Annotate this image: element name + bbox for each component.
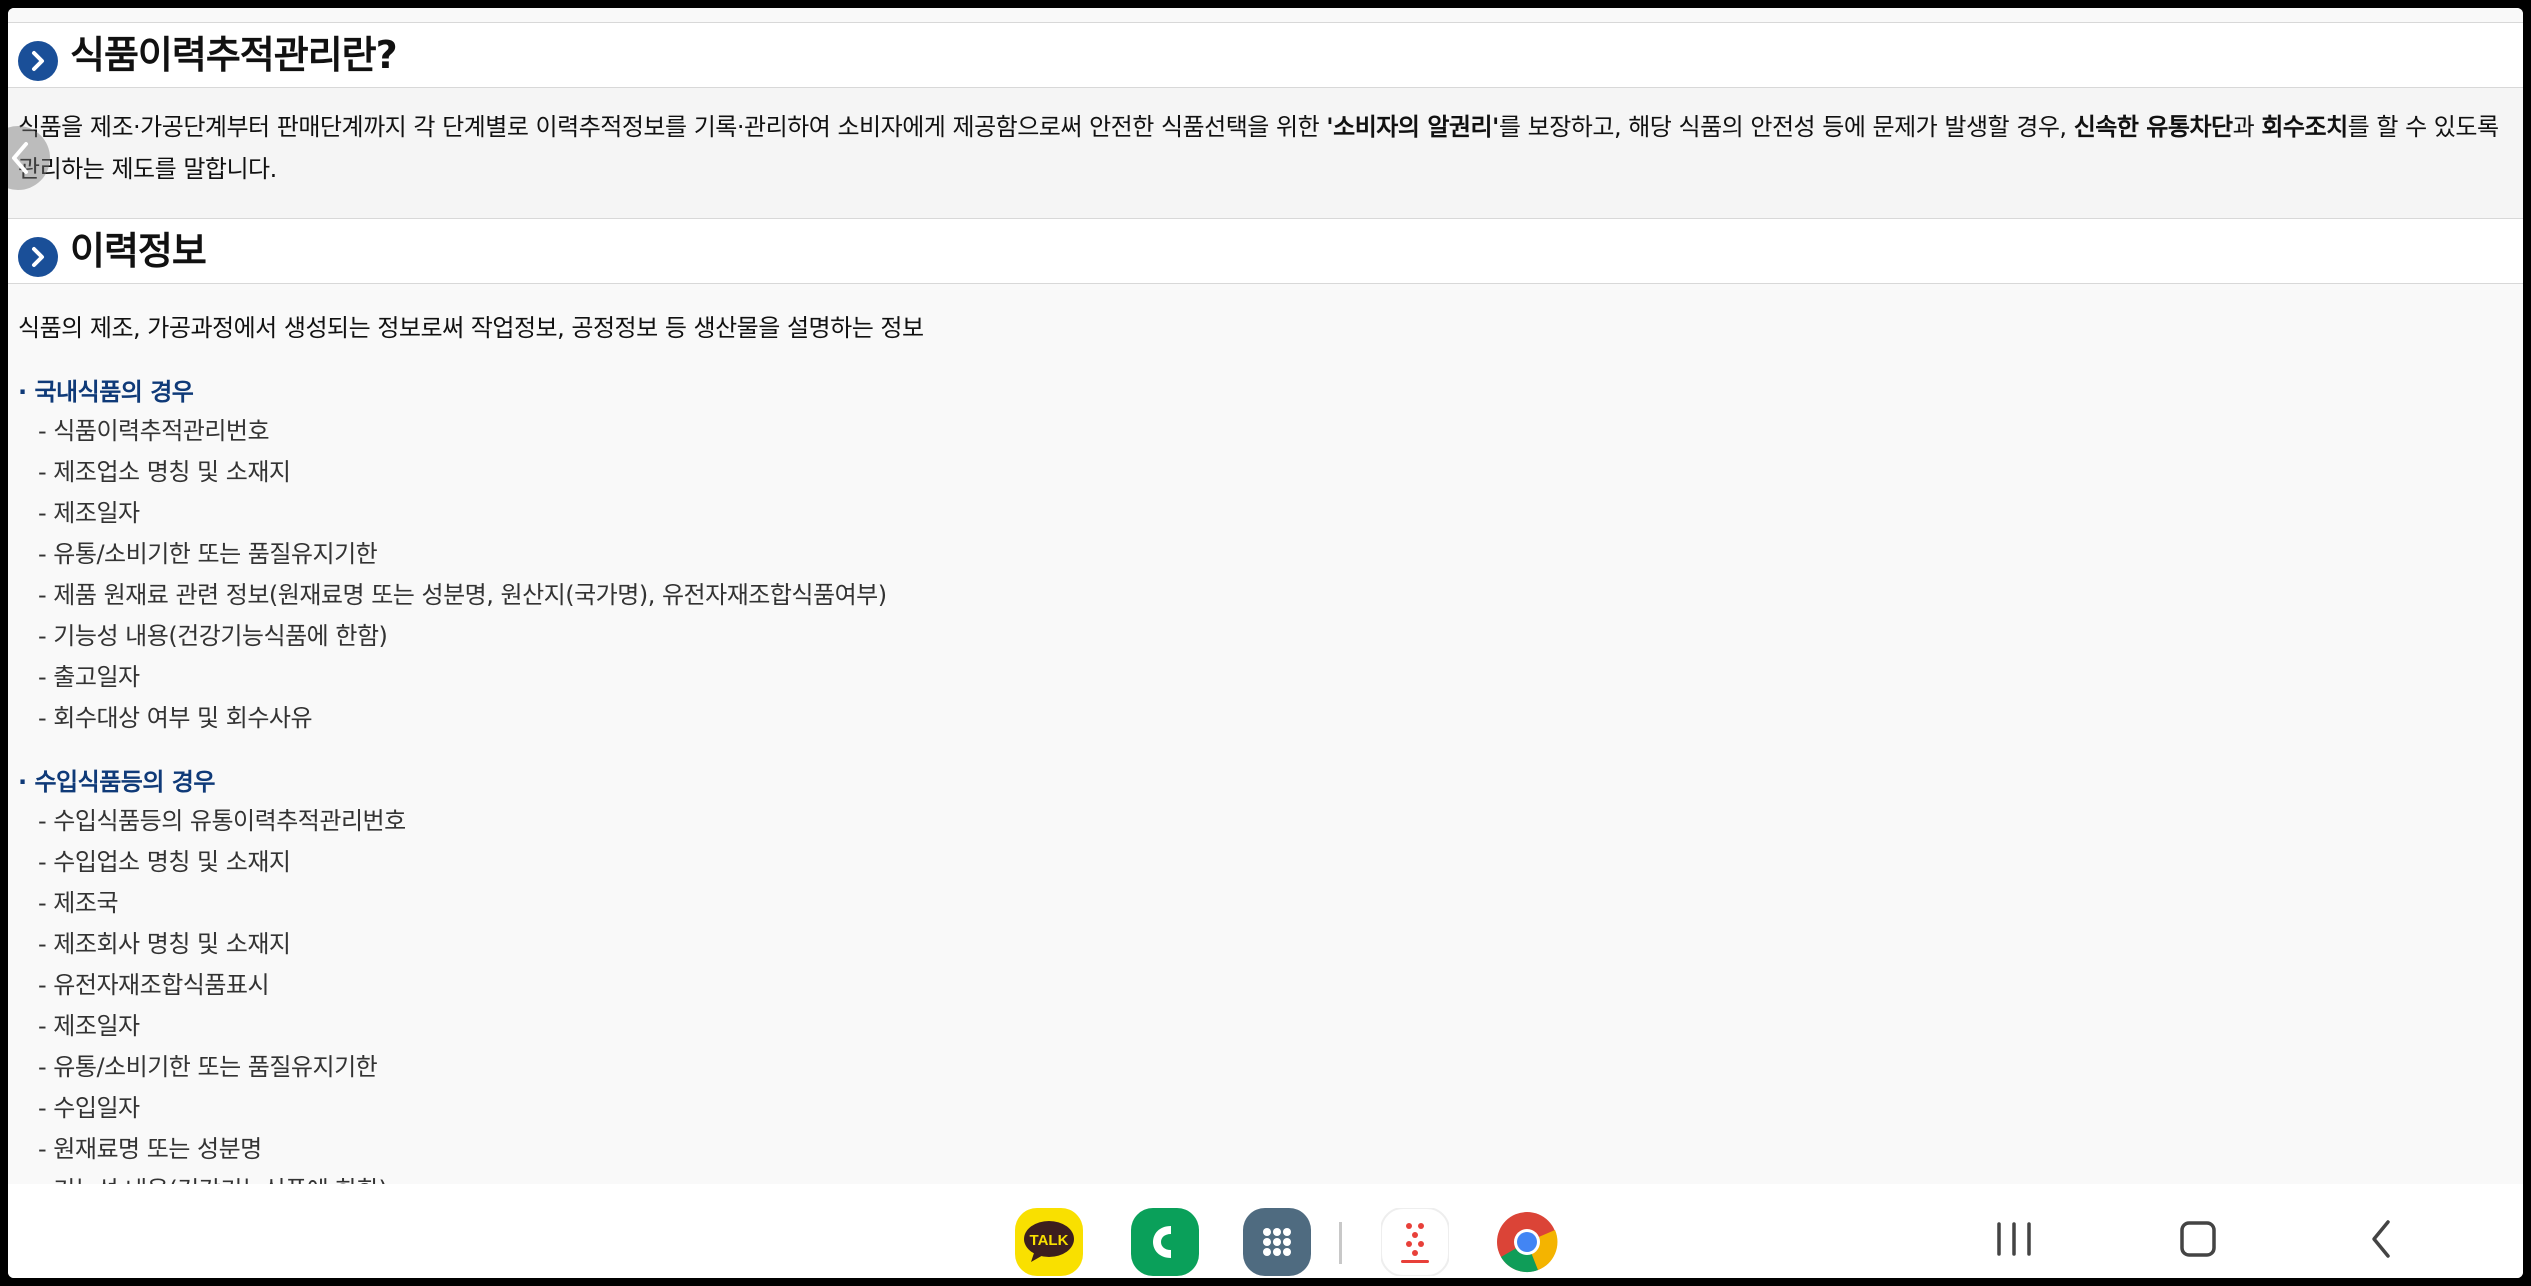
section-header-tracking: 식품이력추적관리란? — [8, 22, 2523, 88]
screen: 식품이력추적관리란? 식품을 제조·가공단계부터 판매단계까지 각 단계별로 이… — [8, 8, 2523, 1278]
section-header-history-info: 이력정보 — [8, 218, 2523, 284]
intro-text-part: 과 — [2232, 113, 2262, 141]
chrome-app-icon[interactable] — [1493, 1208, 1561, 1276]
web-content: 식품이력추적관리란? 식품을 제조·가공단계부터 판매단계까지 각 단계별로 이… — [8, 8, 2523, 1184]
recent-app-icon[interactable] — [1381, 1208, 1449, 1276]
list-item: - 제조업소 명칭 및 소재지 — [38, 458, 291, 486]
list-item: - 수입일자 — [38, 1094, 140, 1122]
list-item: - 유전자재조합식품표시 — [38, 971, 270, 999]
section-title: 식품이력추적관리란? — [70, 33, 398, 77]
recent-apps-button[interactable] — [1984, 1214, 2044, 1264]
list-item: - 식품이력추적관리번호 — [38, 417, 270, 445]
app-drawer-icon[interactable] — [1243, 1208, 1311, 1276]
taskbar-divider — [1339, 1222, 1342, 1264]
kakaotalk-label: TALK — [1030, 1232, 1069, 1249]
list-item: - 기능성 내용(건강기능식품에 한함) — [38, 622, 388, 650]
list-item: - 원재료명 또는 성분명 — [38, 1135, 262, 1163]
list-item: - 기능성 내용(건강기능식품에 한함) — [38, 1170, 406, 1184]
intro-emphasis-distribution-block: 신속한 유통차단 — [2073, 113, 2233, 141]
imported-food-list: - 수입식품등의 유통이력추적관리번호 - 수입업소 명칭 및 소재지 - 제조국 -… — [38, 801, 406, 1184]
home-button[interactable] — [2168, 1214, 2228, 1264]
domestic-food-heading: · 국내식품의 경우 — [18, 378, 194, 406]
intro-text: 식품을 제조·가공단계부터 판매단계까지 각 단계별로 이력추적정보를 기록·관… — [18, 106, 2513, 190]
intro-text-part: 를 보장하고, 해당 식품의 안전성 등에 문제가 발생할 경우, — [1498, 113, 2074, 141]
list-item: - 제조회사 명칭 및 소재지 — [38, 930, 291, 958]
back-button[interactable] — [2352, 1214, 2412, 1264]
phone-app-icon[interactable] — [1131, 1208, 1199, 1276]
kakaotalk-app-icon[interactable]: TALK — [1015, 1208, 1083, 1276]
list-item: - 회수대상 여부 및 회수사유 — [38, 704, 313, 732]
section-title: 이력정보 — [70, 229, 207, 273]
list-item: - 유통/소비기한 또는 품질유지기한 — [38, 1053, 378, 1081]
intro-emphasis-recall: 회수조치 — [2261, 113, 2348, 141]
list-item: - 유통/소비기한 또는 품질유지기한 — [38, 540, 378, 568]
chevron-right-icon — [18, 237, 58, 277]
imported-food-heading: · 수입식품등의 경우 — [18, 768, 215, 796]
list-item: - 제조국 — [38, 889, 119, 917]
intro-emphasis-right-to-know: '소비자의 알권리' — [1326, 113, 1499, 141]
list-item: - 제조일자 — [38, 499, 140, 527]
list-item: - 제조일자 — [38, 1012, 140, 1040]
domestic-food-list: - 식품이력추적관리번호 - 제조업소 명칭 및 소재지 - 제조일자 - 유통/소비… — [38, 411, 887, 739]
list-item: - 제품 원재료 관련 정보(원재료명 또는 성분명, 원산지(국가명), 유전… — [38, 581, 887, 609]
list-item: - 수입식품등의 유통이력추적관리번호 — [38, 807, 406, 835]
intro-text-part: 식품을 제조·가공단계부터 판매단계까지 각 단계별로 이력추적정보를 기록·관… — [18, 113, 1327, 141]
list-item: - 수입업소 명칭 및 소재지 — [38, 848, 291, 876]
chevron-right-icon — [18, 41, 58, 81]
list-item: - 출고일자 — [38, 663, 140, 691]
intro-block: 식품을 제조·가공단계부터 판매단계까지 각 단계별로 이력추적정보를 기록·관… — [8, 88, 2523, 218]
android-taskbar: TALK — [8, 1184, 2523, 1278]
history-info-description: 식품의 제조, 가공과정에서 생성되는 정보로써 작업정보, 공정정보 등 생산… — [18, 314, 924, 342]
